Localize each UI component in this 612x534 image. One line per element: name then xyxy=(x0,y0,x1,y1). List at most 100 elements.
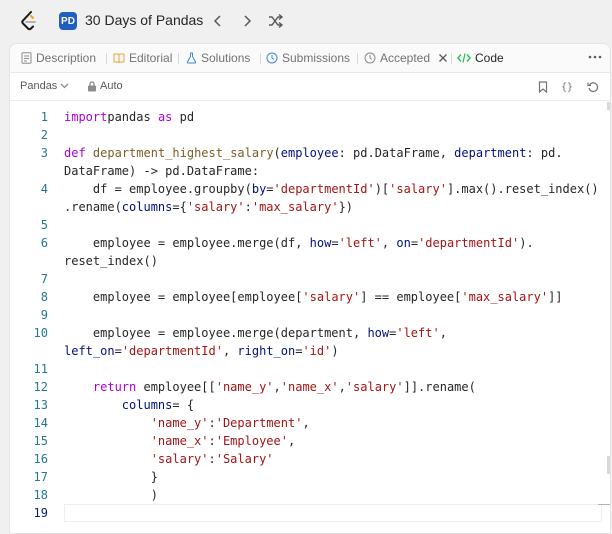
code-line[interactable]: DataFrame) -> pd.DataFrame: xyxy=(10,162,610,180)
format-code-button[interactable]: {} xyxy=(560,80,574,94)
tab-editorial[interactable]: Editorial xyxy=(113,51,172,65)
code-token: , xyxy=(439,326,447,340)
code-token: : xyxy=(244,200,252,214)
code-line[interactable]: 17 } xyxy=(10,468,610,486)
code-token: : xyxy=(208,416,216,430)
code-line[interactable]: 7 xyxy=(10,270,610,288)
random-problem-button[interactable] xyxy=(266,11,286,31)
history-icon xyxy=(364,52,376,64)
tab-code[interactable]: Code xyxy=(457,51,504,65)
panel-tabs: Description Editorial Solutions Submissi… xyxy=(10,44,610,73)
leetcode-logo-icon[interactable] xyxy=(20,11,38,31)
code-token: df = employee.groupby( xyxy=(64,182,252,196)
code-text: reset_index() xyxy=(64,252,158,270)
tab-description[interactable]: Description xyxy=(21,51,96,65)
tab-editorial-label: Editorial xyxy=(129,51,173,65)
line-number: 2 xyxy=(40,128,48,142)
code-line[interactable]: .rename(columns={'salary':'max_salary'}) xyxy=(10,198,610,216)
code-line[interactable]: 18 ) xyxy=(10,486,610,504)
tab-submissions[interactable]: Submissions xyxy=(266,51,350,65)
code-line[interactable]: 6 employee = employee.merge(df, how='lef… xyxy=(10,234,610,252)
chevron-right-icon xyxy=(244,15,252,27)
tab-divider xyxy=(178,53,179,64)
code-line[interactable]: 16 'salary':'Salary' xyxy=(10,450,610,468)
code-token: how xyxy=(367,326,390,340)
top-bar: PD 30 Days of Pandas xyxy=(0,0,612,42)
prev-problem-button[interactable] xyxy=(208,11,228,31)
code-line[interactable]: 9 xyxy=(10,306,610,324)
language-select[interactable]: Pandas xyxy=(20,80,69,92)
next-problem-button[interactable] xyxy=(237,11,257,31)
code-token: 'salary' xyxy=(389,182,447,196)
code-editor[interactable]: 1 importpandas as pd 2 3 def department_high… xyxy=(10,101,610,533)
tab-accepted-label: Accepted xyxy=(380,51,431,65)
code-line[interactable]: reset_index() xyxy=(10,252,610,270)
code-token: 'salary' xyxy=(150,452,209,466)
code-token: = xyxy=(331,236,339,250)
code-token: ].max().reset_index() xyxy=(446,182,599,196)
code-line[interactable]: 11 xyxy=(10,360,610,378)
code-token: return xyxy=(64,380,137,394)
line-number: 1 xyxy=(40,110,48,124)
code-text: employee = employee[employee['salary'] =… xyxy=(64,288,563,306)
shuffle-icon xyxy=(269,14,284,28)
reset-icon xyxy=(587,82,599,92)
code-line[interactable]: 2 xyxy=(10,126,610,144)
code-token: def xyxy=(64,146,86,160)
code-token: ). xyxy=(519,236,534,250)
code-token: , xyxy=(302,416,310,430)
study-plan-title[interactable]: 30 Days of Pandas xyxy=(85,12,203,28)
code-line[interactable]: 14 'name_y':'Department', xyxy=(10,414,610,432)
book-icon xyxy=(113,53,125,64)
code-token: }) xyxy=(338,200,354,214)
close-icon[interactable] xyxy=(438,53,448,63)
auto-mode-toggle[interactable]: Auto xyxy=(87,80,123,92)
line-number: 13 xyxy=(33,398,48,412)
code-token: , xyxy=(381,236,397,250)
code-token: employee = employee.merge(department, xyxy=(64,326,368,340)
code-line[interactable]: 19 xyxy=(10,504,610,522)
code-text: .rename(columns={'salary':'max_salary'}) xyxy=(64,198,353,216)
tab-code-label: Code xyxy=(475,51,504,65)
reset-code-button[interactable] xyxy=(586,80,600,94)
code-token: DataFrame) -> pd.DataFrame: xyxy=(64,164,260,178)
tab-solutions[interactable]: Solutions xyxy=(186,51,250,65)
line-number: 9 xyxy=(40,308,48,322)
code-token: reset_index() xyxy=(64,254,158,268)
code-token: = { xyxy=(172,398,195,412)
study-plan-badge: PD xyxy=(59,12,77,30)
code-line[interactable]: 8 employee = employee[employee['salary']… xyxy=(10,288,610,306)
code-line[interactable]: 10 employee = employee.merge(department,… xyxy=(10,324,610,342)
code-token: 'Employee' xyxy=(215,434,288,448)
code-line[interactable]: 15 'name_x':'Employee', xyxy=(10,432,610,450)
bookmark-icon xyxy=(538,81,548,93)
history-icon xyxy=(266,52,278,64)
code-line[interactable]: 13 columns= { xyxy=(10,396,610,414)
code-text: DataFrame) -> pd.DataFrame: xyxy=(64,162,259,180)
code-token: left_on xyxy=(64,344,115,358)
code-line[interactable]: 1 importpandas as pd xyxy=(10,108,610,126)
code-token: employee = employee.merge(df, xyxy=(64,236,310,250)
code-token: .rename( xyxy=(64,200,122,214)
more-options-button[interactable] xyxy=(587,50,603,64)
tab-accepted[interactable]: Accepted xyxy=(364,51,448,65)
line-number: 3 xyxy=(40,146,48,160)
code-line[interactable]: left_on='departmentId', right_on='id') xyxy=(10,342,610,360)
code-token: 'salary' xyxy=(302,290,361,304)
more-horizontal-icon xyxy=(588,55,602,59)
bookmark-button[interactable] xyxy=(536,80,550,94)
code-line[interactable]: 5 xyxy=(10,216,610,234)
code-token: right_on xyxy=(237,344,296,358)
code-token: 'name_y' xyxy=(215,380,274,394)
tab-divider xyxy=(357,53,358,64)
code-line[interactable]: 12 return employee[['name_y','name_x','s… xyxy=(10,378,610,396)
code-text: employee = employee.merge(df, how='left'… xyxy=(64,234,534,252)
code-token: import xyxy=(64,110,108,124)
code-line[interactable]: 4 df = employee.groupby(by='departmentId… xyxy=(10,180,610,198)
code-token: pd xyxy=(172,110,195,124)
line-number: 15 xyxy=(33,434,48,448)
code-token: department xyxy=(454,146,527,160)
code-line[interactable]: 3 def department_highest_salary(employee:… xyxy=(10,144,610,162)
